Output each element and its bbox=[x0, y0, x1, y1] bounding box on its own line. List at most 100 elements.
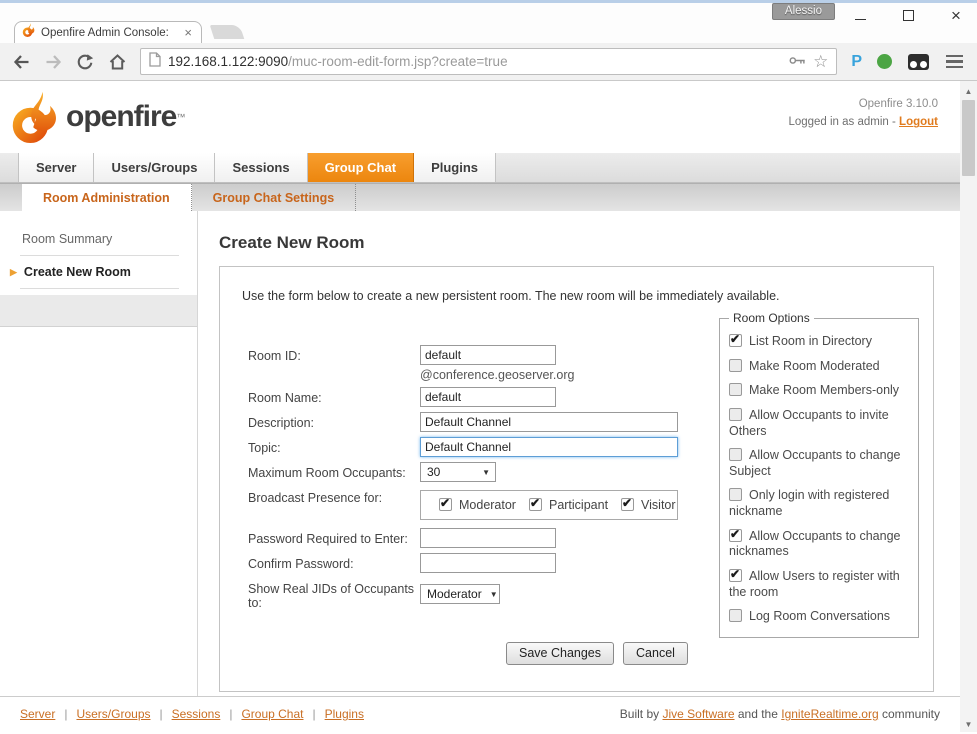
forward-icon[interactable] bbox=[40, 49, 66, 75]
footer-link-server[interactable]: Server bbox=[20, 707, 55, 721]
checkbox[interactable] bbox=[439, 498, 452, 511]
chevron-down-icon: ▼ bbox=[482, 468, 490, 477]
room-id-input[interactable] bbox=[420, 345, 556, 365]
save-changes-button[interactable]: Save Changes bbox=[506, 642, 614, 665]
url-bar[interactable]: 192.168.1.122:9090/muc-room-edit-form.js… bbox=[140, 48, 837, 75]
option-allow-invite-others[interactable]: Allow Occupants to invite Others bbox=[729, 408, 909, 439]
broadcast-visitor[interactable]: Visitor bbox=[621, 498, 676, 512]
sidebar-divider bbox=[20, 288, 179, 289]
maximize-button[interactable] bbox=[897, 6, 919, 24]
topic-input[interactable] bbox=[420, 437, 678, 457]
extension-p-icon[interactable]: P bbox=[847, 53, 866, 71]
broadcast-participant[interactable]: Participant bbox=[529, 498, 608, 512]
footer-link-users-groups[interactable]: Users/Groups bbox=[76, 707, 150, 721]
scroll-up-icon[interactable]: ▲ bbox=[960, 83, 977, 99]
subtab-group-chat-settings[interactable]: Group Chat Settings bbox=[192, 184, 357, 211]
show-jids-label: Show Real JIDs of Occupants to: bbox=[248, 578, 420, 610]
home-icon[interactable] bbox=[104, 49, 130, 75]
room-name-input[interactable] bbox=[420, 387, 556, 407]
max-occupants-label: Maximum Room Occupants: bbox=[248, 462, 420, 480]
description-input[interactable] bbox=[420, 412, 678, 432]
tab-group-chat[interactable]: Group Chat bbox=[308, 153, 415, 182]
checkbox[interactable] bbox=[729, 609, 742, 622]
subtab-room-administration[interactable]: Room Administration bbox=[22, 184, 192, 211]
refresh-icon[interactable] bbox=[72, 49, 98, 75]
checkbox[interactable] bbox=[729, 334, 742, 347]
checkbox[interactable] bbox=[729, 383, 742, 396]
option-make-room-moderated[interactable]: Make Room Moderated bbox=[729, 359, 909, 375]
key-icon[interactable] bbox=[789, 53, 806, 71]
profile-badge[interactable]: Alessio bbox=[772, 3, 835, 20]
sidebar-gray-block bbox=[0, 295, 197, 327]
footer-link-sessions[interactable]: Sessions bbox=[172, 707, 221, 721]
room-name-label: Room Name: bbox=[248, 387, 420, 405]
tab-plugins[interactable]: Plugins bbox=[414, 153, 496, 182]
footer-link-group-chat[interactable]: Group Chat bbox=[241, 707, 303, 721]
browser-toolbar: 192.168.1.122:9090/muc-room-edit-form.js… bbox=[0, 43, 977, 81]
option-allow-change-subject[interactable]: Allow Occupants to change Subject bbox=[729, 448, 909, 479]
option-make-room-members-only[interactable]: Make Room Members-only bbox=[729, 383, 909, 399]
logo-trademark: ™ bbox=[176, 112, 185, 122]
tab-close-icon[interactable]: × bbox=[182, 26, 194, 39]
show-jids-select[interactable]: Moderator ▼ bbox=[420, 584, 500, 604]
sidebar: Room Summary ▶ Create New Room bbox=[0, 211, 197, 696]
window-close-button[interactable]: × bbox=[945, 6, 967, 24]
openfire-logo: openfire™ bbox=[10, 89, 185, 145]
checkbox[interactable] bbox=[729, 448, 742, 461]
room-options-legend: Room Options bbox=[729, 311, 814, 325]
footer-link-plugins[interactable]: Plugins bbox=[325, 707, 364, 721]
broadcast-moderator[interactable]: Moderator bbox=[439, 498, 516, 512]
logout-link[interactable]: Logout bbox=[899, 116, 938, 128]
jive-software-link[interactable]: Jive Software bbox=[662, 707, 734, 721]
max-occupants-select[interactable]: 30 ▼ bbox=[420, 462, 496, 482]
footer-nav-links: Server Users/Groups Sessions Group Chat … bbox=[20, 707, 364, 721]
scrollbar-thumb[interactable] bbox=[962, 100, 975, 176]
sidebar-item-room-summary[interactable]: Room Summary bbox=[0, 223, 197, 255]
room-id-label: Room ID: bbox=[248, 345, 420, 363]
option-allow-change-nicknames[interactable]: Allow Occupants to change nicknames bbox=[729, 529, 909, 560]
password-label: Password Required to Enter: bbox=[248, 528, 420, 546]
checkbox[interactable] bbox=[729, 359, 742, 372]
option-only-registered-nickname[interactable]: Only login with registered nickname bbox=[729, 488, 909, 519]
tab-sessions[interactable]: Sessions bbox=[215, 153, 307, 182]
page-scrollbar[interactable]: ▲ ▼ bbox=[960, 81, 977, 732]
checkbox[interactable] bbox=[729, 529, 742, 542]
confirm-password-input[interactable] bbox=[420, 553, 556, 573]
openfire-header: openfire™ Openfire 3.10.0 Logged in as a… bbox=[0, 81, 960, 153]
new-tab-button[interactable] bbox=[210, 25, 245, 39]
option-allow-users-register[interactable]: Allow Users to register with the room bbox=[729, 569, 909, 600]
checkbox[interactable] bbox=[621, 498, 634, 511]
page-title: Create New Room bbox=[219, 233, 960, 253]
ignite-realtime-link[interactable]: IgniteRealtime.org bbox=[781, 707, 878, 721]
checkbox[interactable] bbox=[729, 408, 742, 421]
page-doc-icon bbox=[149, 52, 161, 72]
chevron-down-icon: ▼ bbox=[490, 590, 498, 599]
bookmark-star-icon[interactable]: ☆ bbox=[813, 53, 828, 70]
version-text: Openfire 3.10.0 bbox=[788, 95, 938, 113]
tab-title: Openfire Admin Console: bbox=[41, 27, 177, 39]
sidebar-item-create-new-room[interactable]: ▶ Create New Room bbox=[0, 256, 197, 288]
back-icon[interactable] bbox=[8, 49, 34, 75]
sidebar-active-arrow-icon: ▶ bbox=[10, 267, 17, 278]
cancel-button[interactable]: Cancel bbox=[623, 642, 688, 665]
logged-in-text: Logged in as admin - bbox=[788, 116, 895, 128]
logo-text: openfire bbox=[66, 100, 176, 134]
browser-tab[interactable]: Openfire Admin Console: × bbox=[14, 21, 202, 43]
password-input[interactable] bbox=[420, 528, 556, 548]
checkbox[interactable] bbox=[729, 488, 742, 501]
main-nav: Server Users/Groups Sessions Group Chat … bbox=[0, 153, 960, 183]
extension-chat-bubble-icon[interactable] bbox=[877, 54, 892, 69]
tab-users-groups[interactable]: Users/Groups bbox=[94, 153, 215, 182]
option-list-room-in-directory[interactable]: List Room in Directory bbox=[729, 334, 909, 350]
checkbox[interactable] bbox=[529, 498, 542, 511]
scroll-down-icon[interactable]: ▼ bbox=[960, 716, 977, 732]
main-content: Create New Room Use the form below to cr… bbox=[197, 211, 960, 696]
footer: Server Users/Groups Sessions Group Chat … bbox=[0, 696, 960, 734]
option-log-room-conversations[interactable]: Log Room Conversations bbox=[729, 609, 909, 625]
minimize-button[interactable] bbox=[849, 6, 871, 24]
extension-binoculars-icon[interactable] bbox=[908, 54, 929, 70]
checkbox[interactable] bbox=[729, 569, 742, 582]
description-label: Description: bbox=[248, 412, 420, 430]
tab-server[interactable]: Server bbox=[18, 153, 94, 182]
chrome-menu-icon[interactable] bbox=[946, 55, 963, 69]
